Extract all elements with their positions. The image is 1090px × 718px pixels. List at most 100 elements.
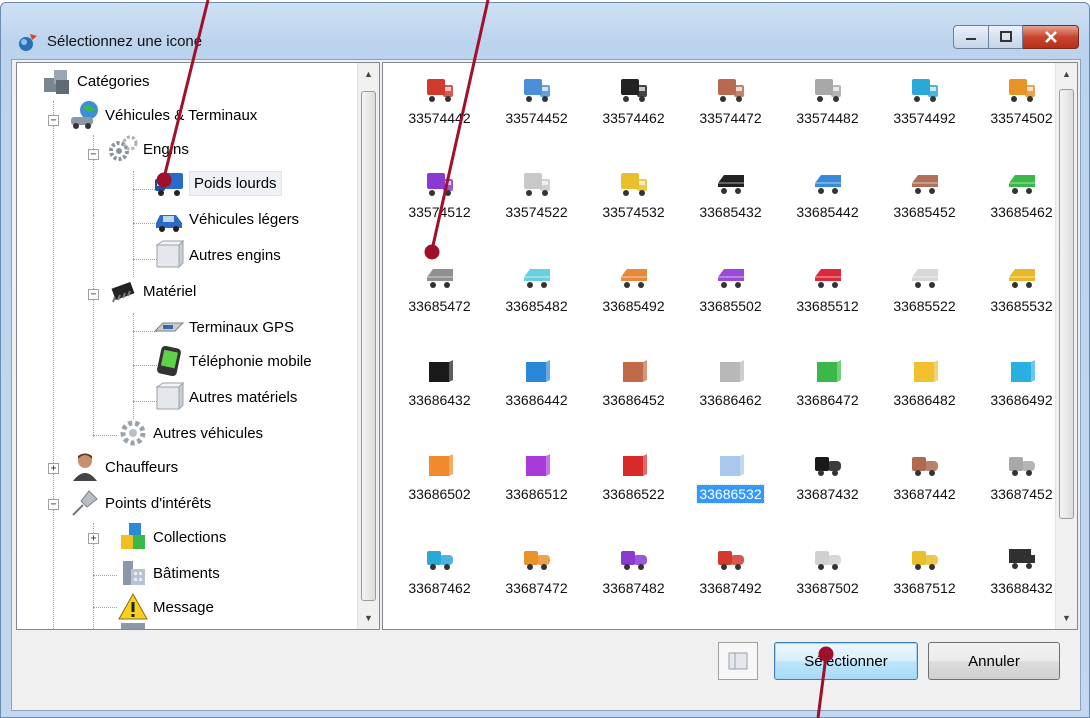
tree-item-autres-vehicules[interactable]: Autres véhicules bbox=[117, 417, 263, 449]
van-icon bbox=[910, 451, 940, 479]
scroll-up-arrow-icon[interactable]: ▲ bbox=[1062, 69, 1071, 79]
tree-item-collections[interactable]: Collections bbox=[117, 521, 226, 553]
box-icon bbox=[522, 451, 552, 479]
icon-code-label: 33574502 bbox=[990, 110, 1053, 126]
icon-cell[interactable]: 33685442 bbox=[779, 161, 876, 241]
trailer-icon bbox=[1007, 263, 1037, 291]
box-icon bbox=[425, 451, 455, 479]
categories-cubes-icon bbox=[41, 65, 73, 97]
icon-cell[interactable]: 33687482 bbox=[585, 537, 682, 617]
icon-code-label: 33686482 bbox=[893, 392, 956, 408]
icon-cell[interactable]: 33687492 bbox=[682, 537, 779, 617]
icon-cell[interactable]: 33686532 bbox=[682, 443, 779, 523]
icon-cell[interactable]: 33574472 bbox=[682, 67, 779, 147]
icon-cell[interactable]: 33686442 bbox=[488, 349, 585, 429]
icon-code-label: 33686452 bbox=[602, 392, 665, 408]
category-tree[interactable]: − − − + − + Catégories Véhicules & Termi… bbox=[17, 63, 357, 629]
van-icon bbox=[813, 545, 843, 573]
icon-cell[interactable]: 33574522 bbox=[488, 161, 585, 241]
tree-line bbox=[93, 575, 117, 576]
icon-cell[interactable]: 33686502 bbox=[391, 443, 488, 523]
title-bar[interactable]: Sélectionnez une icone bbox=[1, 3, 1089, 59]
truck-icon bbox=[813, 75, 843, 103]
truck-icon bbox=[522, 169, 552, 197]
icon-cell[interactable]: 33686472 bbox=[779, 349, 876, 429]
icon-code-label: 33686522 bbox=[602, 486, 665, 502]
tree-item-autres-materiels[interactable]: Autres matériels bbox=[153, 381, 297, 413]
icon-cell[interactable]: 33687472 bbox=[488, 537, 585, 617]
collapse-toggle[interactable]: − bbox=[88, 149, 99, 160]
trailer-icon bbox=[910, 169, 940, 197]
tree-item-message[interactable]: Message bbox=[117, 591, 214, 623]
tree-item-telephonie-mobile[interactable]: Téléphonie mobile bbox=[153, 345, 312, 377]
icon-cell[interactable]: 33686482 bbox=[876, 349, 973, 429]
icon-cell[interactable]: 33686432 bbox=[391, 349, 488, 429]
tree-item-terminaux-gps[interactable]: Terminaux GPS bbox=[153, 311, 294, 343]
icon-cell[interactable]: 33574452 bbox=[488, 67, 585, 147]
icon-cell[interactable]: 33685522 bbox=[876, 255, 973, 335]
icon-code-label: 33687512 bbox=[893, 580, 956, 596]
collapse-toggle[interactable]: − bbox=[48, 115, 59, 126]
icon-cell[interactable]: 33685472 bbox=[391, 255, 488, 335]
truck-icon bbox=[153, 167, 185, 199]
close-button[interactable] bbox=[1023, 25, 1079, 49]
icon-cell[interactable]: 33687462 bbox=[391, 537, 488, 617]
icon-cell[interactable]: 33574512 bbox=[391, 161, 488, 241]
truck-icon bbox=[1007, 75, 1037, 103]
maximize-icon bbox=[999, 31, 1012, 42]
select-button[interactable]: Sélectionner bbox=[774, 642, 918, 680]
tree-item-vehicules-legers[interactable]: Véhicules légers bbox=[153, 203, 299, 235]
collapse-toggle[interactable]: − bbox=[88, 289, 99, 300]
icon-grid[interactable]: 33574442 33574452 33574462 33574472 33574482… bbox=[391, 63, 1055, 629]
icon-cell[interactable]: 33685432 bbox=[682, 161, 779, 241]
collapse-toggle[interactable]: − bbox=[48, 499, 59, 510]
cancel-button[interactable]: Annuler bbox=[928, 642, 1060, 680]
maximize-button[interactable] bbox=[989, 25, 1023, 49]
icon-cell[interactable]: 33686462 bbox=[682, 349, 779, 429]
minimize-button[interactable] bbox=[953, 25, 989, 49]
icon-cell[interactable]: 33686512 bbox=[488, 443, 585, 523]
tree-item-points-interets[interactable]: Points d'intérêts bbox=[69, 487, 211, 519]
tree-line bbox=[93, 215, 94, 437]
icon-cell[interactable]: 33574442 bbox=[391, 67, 488, 147]
tree-item-batiments[interactable]: Bâtiments bbox=[117, 557, 220, 589]
icon-cell[interactable]: 33686522 bbox=[585, 443, 682, 523]
tree-item-engins[interactable]: Engins bbox=[107, 133, 189, 165]
icon-cell[interactable]: 33687432 bbox=[779, 443, 876, 523]
tree-scrollbar-thumb[interactable] bbox=[361, 91, 376, 601]
icon-cell[interactable]: 33574482 bbox=[779, 67, 876, 147]
expand-toggle[interactable]: + bbox=[48, 463, 59, 474]
icon-cell[interactable]: 33685512 bbox=[779, 255, 876, 335]
icon-cell[interactable]: 33687512 bbox=[876, 537, 973, 617]
icon-code-label: 33686492 bbox=[990, 392, 1053, 408]
tree-item-poids-lourds[interactable]: Poids lourds bbox=[153, 167, 282, 199]
truck-icon bbox=[619, 169, 649, 197]
scroll-down-arrow-icon[interactable]: ▼ bbox=[364, 613, 373, 623]
icon-cell[interactable]: 33685502 bbox=[682, 255, 779, 335]
globe-car-icon bbox=[69, 99, 101, 131]
tree-item-vehicules-terminaux[interactable]: Véhicules & Terminaux bbox=[69, 99, 257, 131]
expand-toggle[interactable]: + bbox=[88, 533, 99, 544]
box-icon bbox=[716, 357, 746, 385]
icon-cell[interactable]: 33685482 bbox=[488, 255, 585, 335]
icon-cell[interactable]: 33574532 bbox=[585, 161, 682, 241]
icon-cell[interactable]: 33574492 bbox=[876, 67, 973, 147]
icon-code-label: 33687452 bbox=[990, 486, 1053, 502]
tree-item-materiel[interactable]: Matériel bbox=[107, 275, 196, 307]
icon-cell[interactable]: 33687442 bbox=[876, 443, 973, 523]
grid-scrollbar-thumb[interactable] bbox=[1059, 89, 1074, 519]
tree-scrollbar[interactable]: ▲ ▼ bbox=[357, 63, 379, 629]
icon-cell[interactable]: 33574462 bbox=[585, 67, 682, 147]
grid-scrollbar[interactable]: ▲ ▼ bbox=[1055, 63, 1077, 629]
tree-item-categories[interactable]: Catégories bbox=[41, 65, 150, 97]
icon-cell[interactable]: 33686452 bbox=[585, 349, 682, 429]
icon-cell[interactable]: 33687502 bbox=[779, 537, 876, 617]
icon-cell[interactable]: 33685452 bbox=[876, 161, 973, 241]
scroll-up-arrow-icon[interactable]: ▲ bbox=[364, 69, 373, 79]
icon-code-label: 33685492 bbox=[602, 298, 665, 314]
icon-cell[interactable]: 33685492 bbox=[585, 255, 682, 335]
tree-item-autres-engins[interactable]: Autres engins bbox=[153, 239, 281, 271]
tree-item-chauffeurs[interactable]: Chauffeurs bbox=[69, 451, 178, 483]
van-icon bbox=[813, 451, 843, 479]
scroll-down-arrow-icon[interactable]: ▼ bbox=[1062, 613, 1071, 623]
